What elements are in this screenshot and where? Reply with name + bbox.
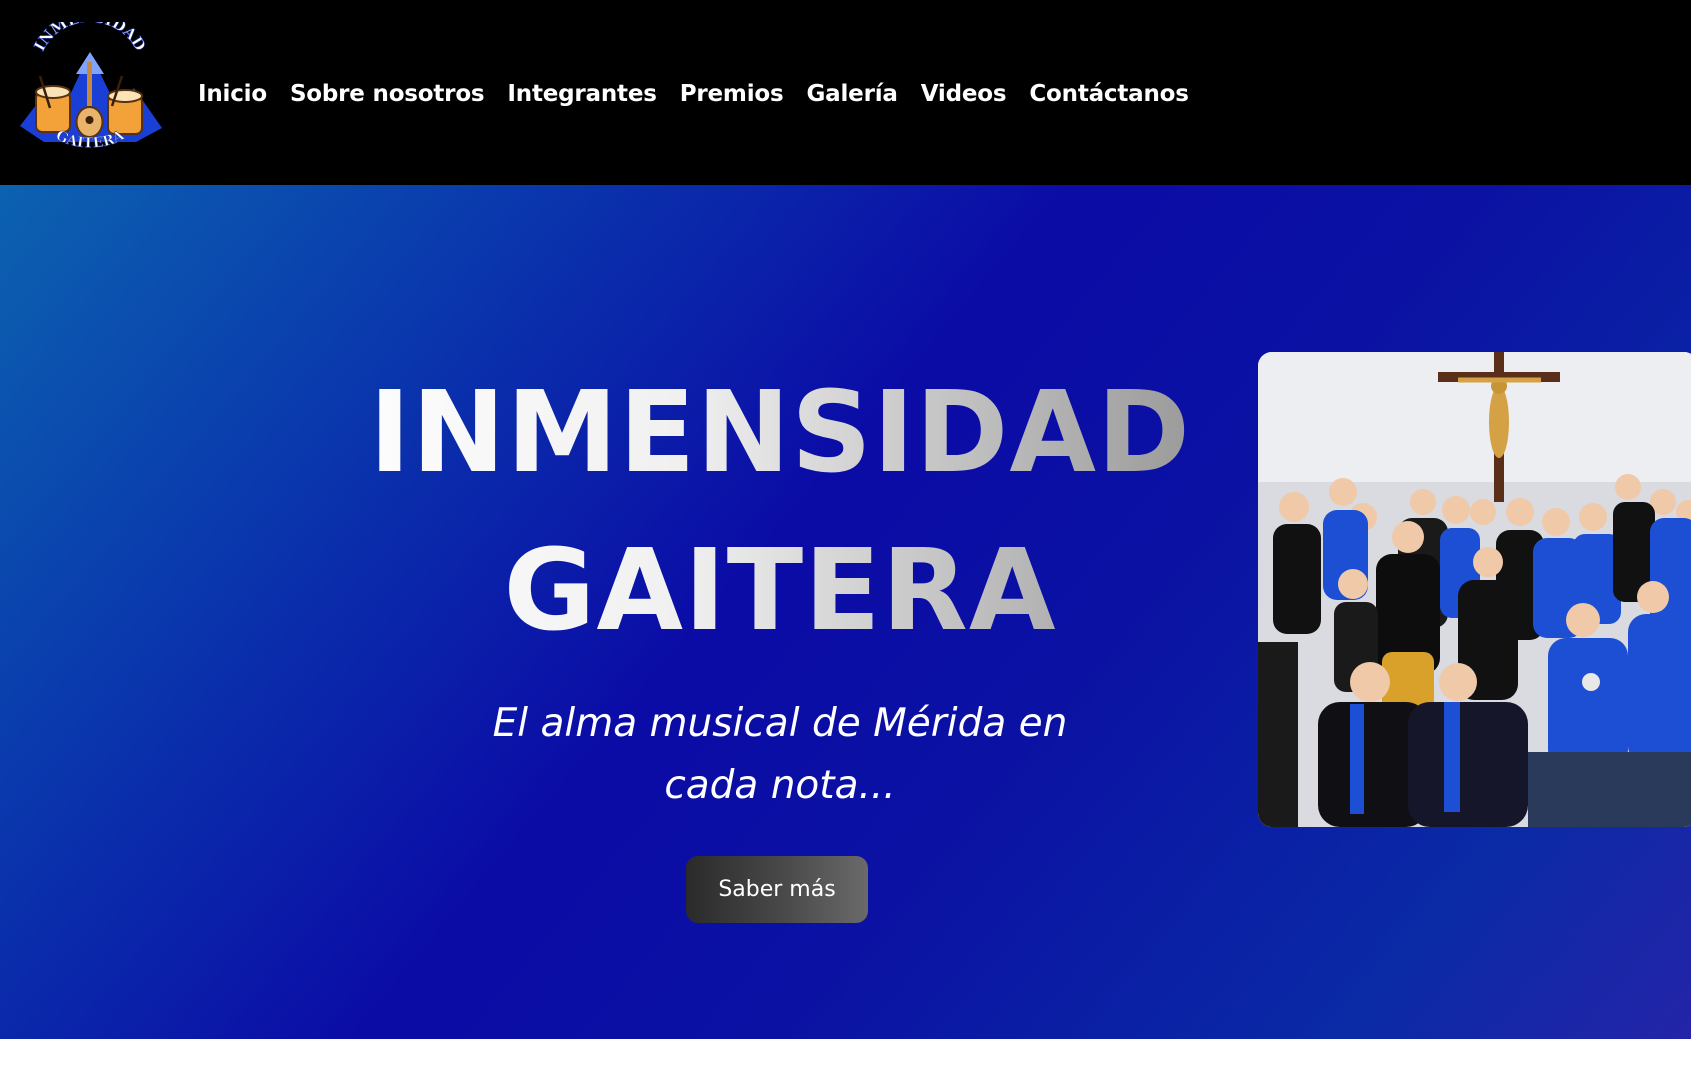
hero-tagline: El alma musical de Mérida en cada nota..… (492, 701, 1068, 808)
group-photo-image (1258, 352, 1691, 827)
svg-text:INMENSIDAD: INMENSIDAD (30, 22, 149, 54)
nav-item-sobre-nosotros[interactable]: Sobre nosotros (290, 81, 485, 107)
hero-section: INMENSIDAD GAITERA El alma musical de Mé… (0, 185, 1691, 1039)
nav-item-galeria[interactable]: Galería (806, 81, 897, 107)
brand-logo[interactable]: INMENSIDAD GAITERA (16, 7, 164, 166)
saber-mas-button[interactable]: Saber más (686, 856, 868, 923)
page-bottom-strip (0, 1039, 1691, 1082)
nav-item-inicio[interactable]: Inicio (198, 81, 267, 107)
main-nav: Inicio Sobre nosotros Integrantes Premio… (198, 74, 1212, 114)
group-photo (1258, 352, 1691, 827)
hero-title-line2: GAITERA (300, 535, 1260, 647)
nav-item-premios[interactable]: Premios (680, 81, 784, 107)
logo-icon: INMENSIDAD GAITERA (20, 7, 162, 152)
nav-item-contactanos[interactable]: Contáctanos (1029, 81, 1189, 107)
nav-item-integrantes[interactable]: Integrantes (507, 81, 657, 107)
top-navigation-bar: INMENSIDAD GAITERA Inicio Sobre nosotros… (0, 0, 1691, 185)
nav-item-videos[interactable]: Videos (921, 81, 1007, 107)
hero-title-line1: INMENSIDAD (300, 377, 1260, 489)
